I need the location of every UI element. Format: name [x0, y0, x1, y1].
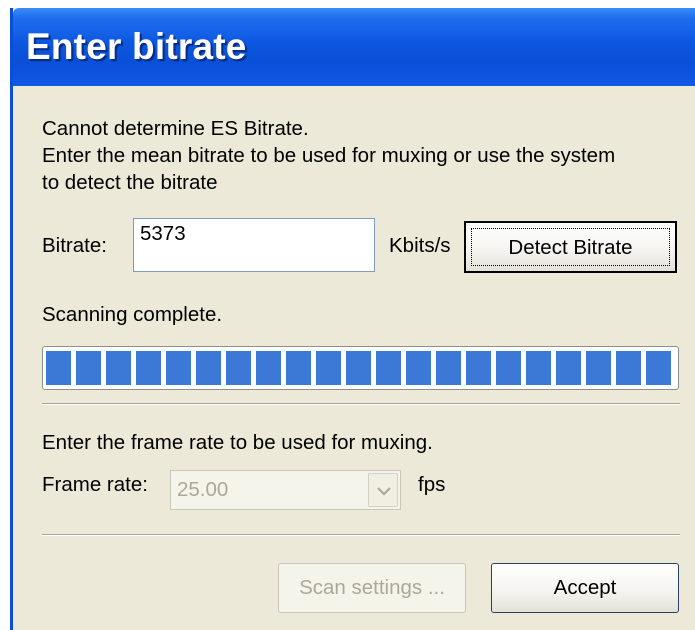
frame-rate-unit-label: fps	[418, 473, 446, 496]
message-line-2: Enter the mean bitrate to be used for mu…	[42, 144, 616, 167]
dialog-window: Enter bitrate Cannot determine ES Bitrat…	[10, 8, 695, 630]
scan-settings-button[interactable]: Scan settings ...	[278, 563, 466, 613]
separator-top	[42, 403, 680, 405]
scan-status-text: Scanning complete.	[42, 303, 223, 326]
message-text: Cannot determine ES Bitrate. Enter the m…	[42, 115, 682, 196]
bitrate-unit-label: Kbits/s	[389, 234, 451, 257]
chevron-down-icon	[377, 487, 391, 496]
scan-progress-bar	[42, 346, 679, 390]
accept-button[interactable]: Accept	[491, 563, 679, 613]
frame-rate-select[interactable]: 25.00	[170, 470, 401, 510]
title-bar[interactable]: Enter bitrate	[13, 8, 695, 86]
focus-rectangle	[471, 228, 670, 266]
dialog-title: Enter bitrate	[26, 26, 247, 67]
message-line-1: Cannot determine ES Bitrate.	[42, 117, 309, 140]
frame-rate-label: Frame rate:	[42, 473, 148, 496]
bitrate-label: Bitrate:	[42, 234, 107, 257]
bitrate-input[interactable]: 5373	[133, 218, 375, 272]
frame-rate-dropdown-button[interactable]	[368, 473, 398, 507]
frame-rate-value: 25.00	[177, 478, 229, 501]
frame-rate-instruction: Enter the frame rate to be used for muxi…	[42, 431, 433, 454]
progress-fill	[46, 351, 675, 385]
separator-bottom	[42, 534, 680, 536]
detect-bitrate-button[interactable]: Detect Bitrate	[464, 221, 677, 273]
message-line-3: to detect the bitrate	[42, 171, 218, 194]
